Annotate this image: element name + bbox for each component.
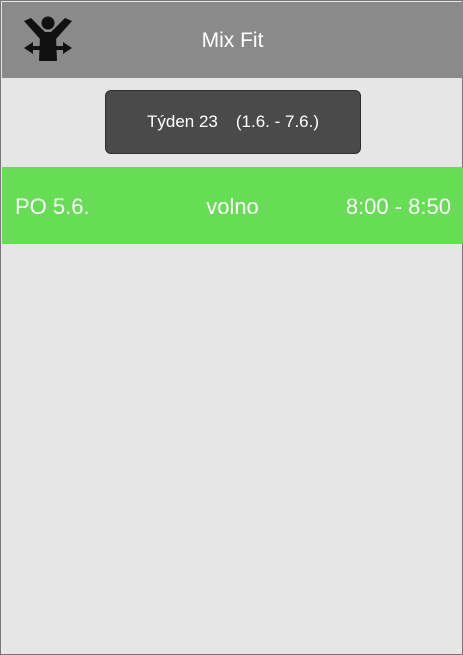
app-bar: Mix Fit	[2, 2, 463, 78]
screen-frame: Mix Fit Týden 23 (1.6. - 7.6.) PO 5.6. v…	[0, 0, 463, 655]
week-date-range: (1.6. - 7.6.)	[235, 112, 320, 131]
app-title: Mix Fit	[201, 29, 264, 52]
week-selector-button[interactable]: Týden 23 (1.6. - 7.6.)	[105, 90, 361, 154]
slot-time: 8:00 - 8:50	[345, 194, 451, 219]
week-label: Týden 23	[146, 112, 218, 131]
schedule-slot-row[interactable]: PO 5.6. volno 8:00 - 8:50	[2, 167, 463, 244]
